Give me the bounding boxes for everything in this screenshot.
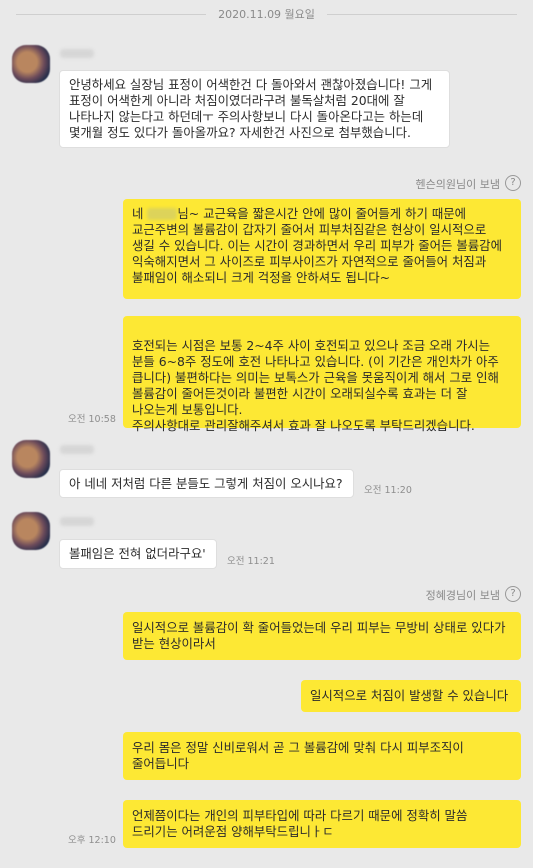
message-time: 오전 10:58 [68, 414, 116, 425]
redacted-name [147, 208, 178, 220]
outgoing-message[interactable]: 우리 몸은 정말 신비로워서 곧 그 볼륨감에 맞춰 다시 피부조직이 줄어듭니… [123, 732, 521, 780]
sender-name [60, 444, 94, 457]
avatar[interactable] [12, 440, 50, 478]
avatar[interactable] [12, 512, 50, 550]
incoming-message[interactable]: 안녕하세요 실장님 표정이 어색한건 다 돌아와서 괜찮아졌습니다! 그게 표정… [59, 70, 450, 148]
outgoing-message[interactable]: 네 님~ 교근육을 짧은시간 안에 많이 줄어들게 하기 때문에 교근주변의 볼… [123, 199, 521, 299]
help-icon[interactable]: ? [505, 586, 521, 602]
message-text: 호전되는 시점은 보통 2~4주 사이 호전되고 있으나 조금 오래 가시는 분… [132, 338, 499, 433]
divider-line [327, 14, 517, 15]
incoming-message[interactable]: 아 네네 저처럼 다른 분들도 그렇게 처짐이 오시나요? [59, 469, 354, 498]
date-label: 2020.11.09 월요일 [218, 8, 315, 21]
message-time: 오전 11:20 [364, 485, 412, 496]
outgoing-message[interactable]: 일시적으로 볼륨감이 확 줄어들었는데 우리 피부는 무방비 상태로 있다가 받… [123, 612, 521, 660]
message-text: 아 네네 저처럼 다른 분들도 그렇게 처짐이 오시나요? [69, 476, 343, 491]
help-icon[interactable]: ? [505, 175, 521, 191]
divider-line [16, 14, 206, 15]
message-text: 우리 몸은 정말 신비로워서 곧 그 볼륨감에 맞춰 다시 피부조직이 줄어듭니… [132, 740, 464, 771]
sent-by-label: 헨슨의원님이 보냄 [415, 178, 500, 191]
message-time: 오전 11:21 [227, 556, 275, 567]
date-divider: 2020.11.09 월요일 [0, 0, 533, 30]
outgoing-message[interactable]: 언제쯤이다는 개인의 피부타입에 따라 다르기 때문에 정확히 말씀 드리기는 … [123, 800, 521, 848]
sender-name [60, 48, 94, 61]
message-text: 일시적으로 처짐이 발생할 수 있습니다 [310, 688, 509, 703]
outgoing-message[interactable]: 일시적으로 처짐이 발생할 수 있습니다 [301, 680, 521, 712]
sent-by-label: 정혜경님이 보냄 [425, 589, 500, 602]
sender-name [60, 516, 94, 529]
message-text: 안녕하세요 실장님 표정이 어색한건 다 돌아와서 괜찮아졌습니다! 그게 표정… [69, 77, 433, 140]
avatar[interactable] [12, 45, 50, 83]
message-text: 네 [132, 206, 148, 221]
message-text: 님~ 교근육을 짧은시간 안에 많이 줄어들게 하기 때문에 교근주변의 볼륨감… [132, 206, 502, 285]
outgoing-message[interactable]: 호전되는 시점은 보통 2~4주 사이 호전되고 있으나 조금 오래 가시는 분… [123, 316, 521, 433]
incoming-message[interactable]: 볼패임은 전혀 없더라구요' [59, 539, 217, 569]
message-time: 오후 12:10 [68, 835, 116, 846]
message-text: 언제쯤이다는 개인의 피부타입에 따라 다르기 때문에 정확히 말씀 드리기는 … [132, 808, 468, 839]
message-text: 일시적으로 볼륨감이 확 줄어들었는데 우리 피부는 무방비 상태로 있다가 받… [132, 620, 506, 651]
message-text: 볼패임은 전혀 없더라구요' [69, 546, 206, 561]
